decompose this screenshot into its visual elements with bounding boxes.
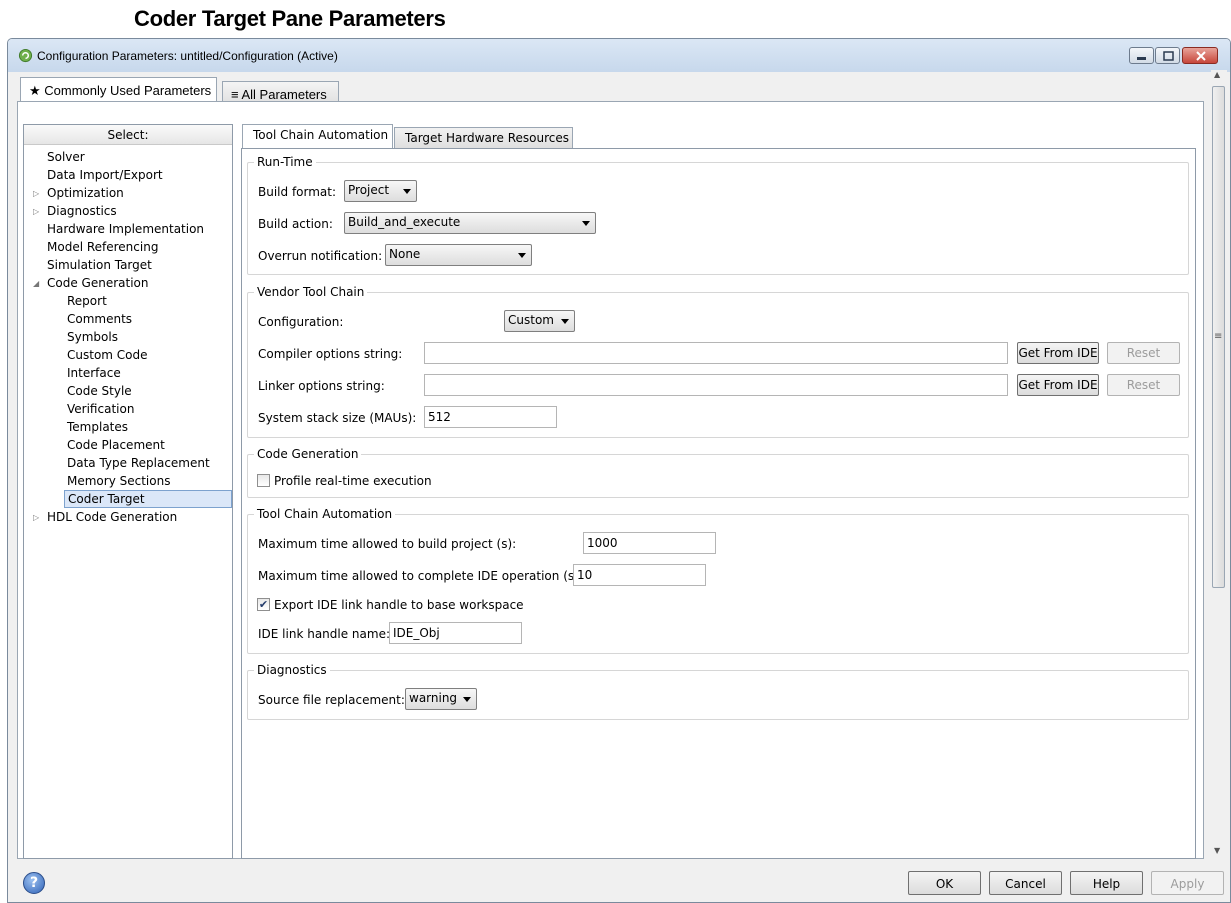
tree-item-data-import-export[interactable]: Data Import/Export bbox=[47, 166, 163, 184]
tree-item-memory-sections[interactable]: Memory Sections bbox=[67, 472, 170, 490]
stack-size-label: System stack size (MAUs): bbox=[258, 411, 417, 425]
runtime-group-title: Run-Time bbox=[254, 155, 316, 169]
tree-item-optimization[interactable]: Optimization bbox=[47, 184, 124, 202]
export-handle-label: Export IDE link handle to base workspace bbox=[274, 598, 524, 612]
close-icon bbox=[1196, 51, 1206, 61]
dropdown-arrow-icon bbox=[582, 221, 590, 226]
help-button[interactable]: Help bbox=[1070, 871, 1143, 895]
build-action-value: Build_and_execute bbox=[348, 215, 461, 229]
vendor-group-title: Vendor Tool Chain bbox=[254, 285, 368, 299]
codegen-group-title: Code Generation bbox=[254, 447, 362, 461]
maximize-button[interactable] bbox=[1155, 47, 1180, 64]
tree-item-solver[interactable]: Solver bbox=[47, 148, 85, 166]
dropdown-arrow-icon bbox=[518, 253, 526, 258]
tree-item-hdl-code-generation[interactable]: HDL Code Generation bbox=[47, 508, 177, 526]
export-handle-checkbox[interactable]: ✔ bbox=[257, 598, 270, 611]
minimize-button[interactable] bbox=[1129, 47, 1154, 64]
tree-item-comments[interactable]: Comments bbox=[67, 310, 132, 328]
max-ide-field[interactable]: 10 bbox=[573, 564, 706, 586]
build-action-label: Build action: bbox=[258, 217, 333, 231]
source-replacement-label: Source file replacement: bbox=[258, 693, 405, 707]
linker-reset-button[interactable]: Reset bbox=[1107, 374, 1180, 396]
tab-commonly-used[interactable]: ★ Commonly Used Parameters bbox=[20, 77, 217, 102]
apply-button[interactable]: Apply bbox=[1151, 871, 1224, 895]
tab-label: All Parameters bbox=[241, 87, 327, 102]
tab-label: Commonly Used Parameters bbox=[44, 83, 212, 98]
stack-size-field[interactable]: 512 bbox=[424, 406, 557, 428]
linker-options-field[interactable] bbox=[424, 374, 1008, 396]
minimize-icon bbox=[1137, 57, 1146, 60]
max-ide-label: Maximum time allowed to complete IDE ope… bbox=[258, 569, 583, 583]
simulink-icon bbox=[18, 48, 33, 63]
close-button[interactable] bbox=[1182, 47, 1218, 64]
cancel-button[interactable]: Cancel bbox=[989, 871, 1062, 895]
profile-label: Profile real-time execution bbox=[274, 474, 432, 488]
scroll-down-icon[interactable]: ▼ bbox=[1214, 846, 1220, 855]
category-tree: Select: ▷ ▷ ◢ ▷ Solver Data Import/Expor… bbox=[23, 124, 233, 859]
collapse-arrow-icon[interactable]: ◢ bbox=[33, 279, 39, 288]
configuration-label: Configuration: bbox=[258, 315, 344, 329]
window-title: Configuration Parameters: untitled/Confi… bbox=[37, 49, 338, 63]
dropdown-arrow-icon bbox=[463, 697, 471, 702]
list-icon: ≡ bbox=[231, 87, 239, 102]
source-replacement-dropdown[interactable]: warning bbox=[405, 688, 477, 710]
compiler-get-from-ide-button[interactable]: Get From IDE bbox=[1017, 342, 1099, 364]
scroll-up-icon[interactable]: ▲ bbox=[1214, 70, 1220, 79]
tree-item-code-style[interactable]: Code Style bbox=[67, 382, 132, 400]
tree-item-simulation-target[interactable]: Simulation Target bbox=[47, 256, 152, 274]
tree-item-model-referencing[interactable]: Model Referencing bbox=[47, 238, 158, 256]
help-icon[interactable]: ? bbox=[23, 872, 45, 894]
tree-item-code-placement[interactable]: Code Placement bbox=[67, 436, 165, 454]
compiler-options-label: Compiler options string: bbox=[258, 347, 403, 361]
maximize-icon bbox=[1163, 51, 1174, 61]
linker-get-from-ide-button[interactable]: Get From IDE bbox=[1017, 374, 1099, 396]
window-titlebar[interactable]: Configuration Parameters: untitled/Confi… bbox=[8, 39, 1230, 72]
profile-checkbox[interactable] bbox=[257, 474, 270, 487]
linker-options-label: Linker options string: bbox=[258, 379, 385, 393]
build-action-dropdown[interactable]: Build_and_execute bbox=[344, 212, 596, 234]
configuration-value: Custom bbox=[508, 313, 554, 327]
tree-item-report[interactable]: Report bbox=[67, 292, 107, 310]
tree-item-interface[interactable]: Interface bbox=[67, 364, 121, 382]
check-icon: ✔ bbox=[258, 598, 269, 611]
handle-name-field[interactable]: IDE_Obj bbox=[389, 622, 522, 644]
expand-arrow-icon[interactable]: ▷ bbox=[33, 513, 39, 522]
expand-arrow-icon[interactable]: ▷ bbox=[33, 207, 39, 216]
dropdown-arrow-icon bbox=[561, 319, 569, 324]
overrun-value: None bbox=[389, 247, 421, 261]
tree-item-coder-target[interactable]: Coder Target bbox=[64, 490, 232, 508]
tab-tool-chain-automation[interactable]: Tool Chain Automation bbox=[242, 124, 393, 149]
max-build-label: Maximum time allowed to build project (s… bbox=[258, 537, 517, 551]
tree-item-code-generation[interactable]: Code Generation bbox=[47, 274, 148, 292]
compiler-reset-button[interactable]: Reset bbox=[1107, 342, 1180, 364]
ok-button[interactable]: OK bbox=[908, 871, 981, 895]
page-title: Coder Target Pane Parameters bbox=[134, 6, 446, 31]
tree-item-templates[interactable]: Templates bbox=[67, 418, 128, 436]
configuration-dropdown[interactable]: Custom bbox=[504, 310, 575, 332]
star-icon: ★ bbox=[29, 83, 41, 98]
max-build-field[interactable]: 1000 bbox=[583, 532, 716, 554]
build-format-dropdown[interactable]: Project bbox=[344, 180, 417, 202]
grip-icon: ≡ bbox=[1214, 331, 1223, 342]
expand-arrow-icon[interactable]: ▷ bbox=[33, 189, 39, 198]
tree-item-hardware-implementation[interactable]: Hardware Implementation bbox=[47, 220, 204, 238]
compiler-options-field[interactable] bbox=[424, 342, 1008, 364]
build-format-value: Project bbox=[348, 183, 390, 197]
tree-item-symbols[interactable]: Symbols bbox=[67, 328, 118, 346]
overrun-label: Overrun notification: bbox=[258, 249, 383, 263]
handle-name-label: IDE link handle name: bbox=[258, 627, 390, 641]
tab-target-hardware-resources[interactable]: Target Hardware Resources bbox=[394, 127, 573, 149]
tree-item-diagnostics[interactable]: Diagnostics bbox=[47, 202, 117, 220]
diagnostics-group-title: Diagnostics bbox=[254, 663, 330, 677]
tree-header: Select: bbox=[24, 125, 232, 145]
dropdown-arrow-icon bbox=[403, 189, 411, 194]
overrun-dropdown[interactable]: None bbox=[385, 244, 532, 266]
build-format-label: Build format: bbox=[258, 185, 337, 199]
tree-item-data-type-replacement[interactable]: Data Type Replacement bbox=[67, 454, 210, 472]
tca-group-title: Tool Chain Automation bbox=[254, 507, 396, 521]
tree-item-verification[interactable]: Verification bbox=[67, 400, 134, 418]
tree-item-custom-code[interactable]: Custom Code bbox=[67, 346, 148, 364]
source-replacement-value: warning bbox=[409, 691, 458, 705]
